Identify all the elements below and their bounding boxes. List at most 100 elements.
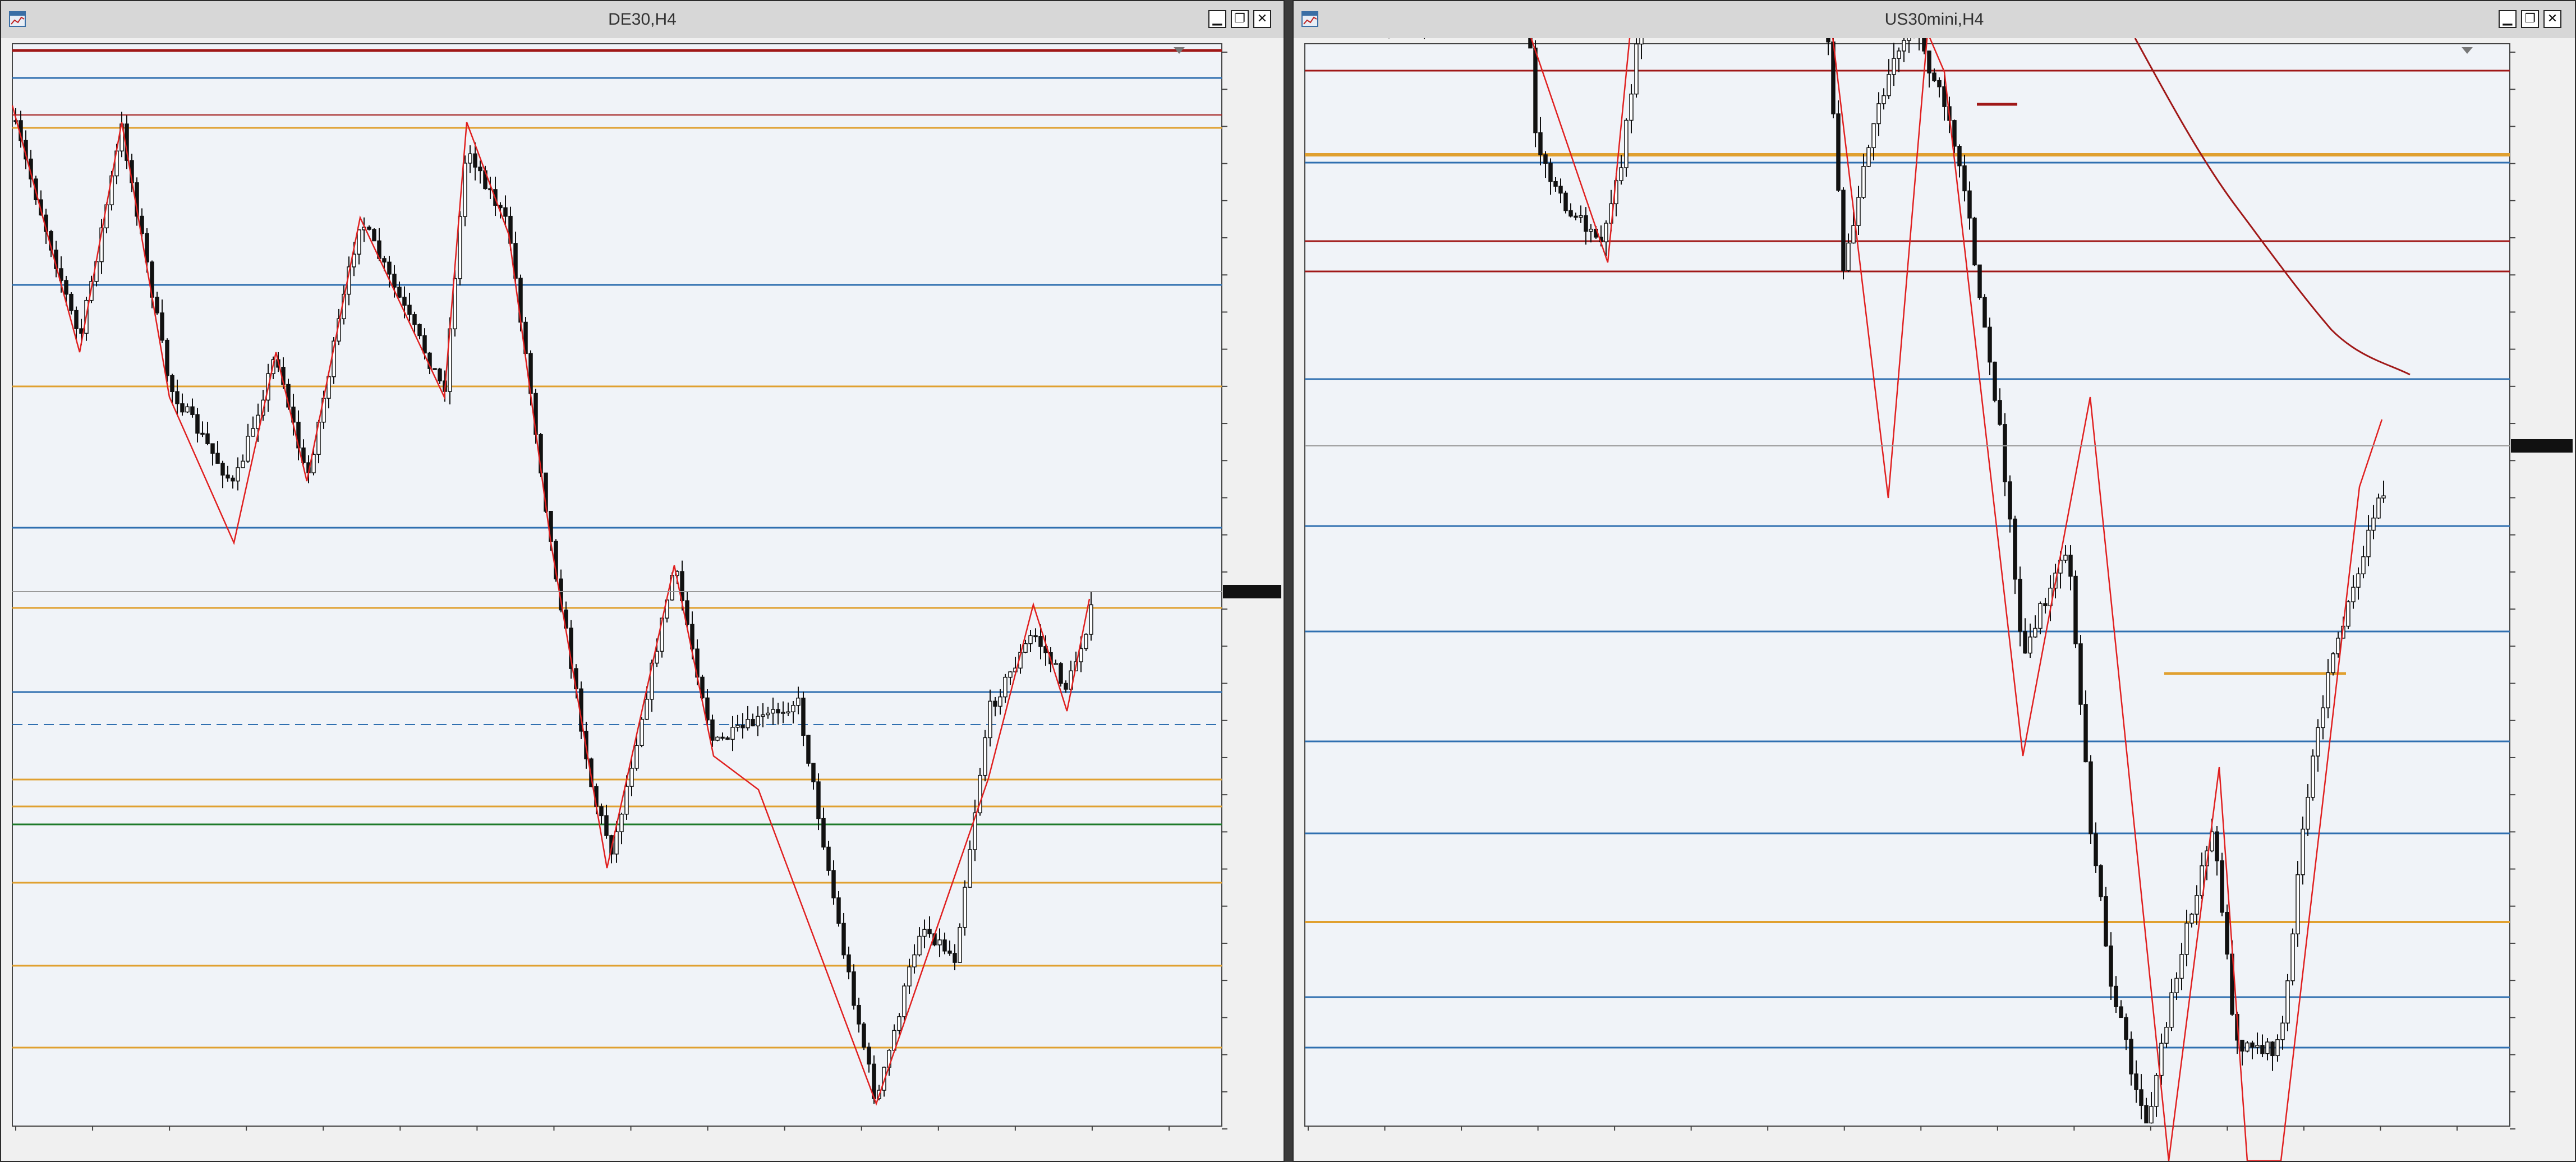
candle-body <box>74 310 79 329</box>
candle-body <box>2311 755 2315 798</box>
candle-body <box>1998 400 2002 425</box>
candle-body <box>241 460 245 468</box>
candle-body <box>781 712 785 714</box>
candle-body <box>246 436 250 462</box>
price-chart-us30mini[interactable] <box>1294 38 2575 1161</box>
candle-body <box>2149 1106 2154 1124</box>
candle-body <box>2290 933 2295 981</box>
candle-body <box>1841 190 1846 271</box>
candle-body <box>2033 628 2037 638</box>
candle-body <box>2240 1039 2244 1052</box>
candle-body <box>382 258 387 263</box>
candle-body <box>1866 147 1871 167</box>
close-button[interactable]: ✕ <box>2543 10 2561 28</box>
candle-body <box>2184 923 2189 955</box>
candle-body <box>2008 481 2012 520</box>
candle-body <box>2351 587 2356 602</box>
candle-body <box>422 335 427 354</box>
window-title: DE30,H4 <box>608 10 677 29</box>
candle-body <box>180 403 185 413</box>
minimize-button[interactable]: ▁ <box>2499 10 2517 28</box>
candle-body <box>1064 683 1068 690</box>
candle-body <box>64 280 68 295</box>
candle-body <box>69 293 73 311</box>
candle-body <box>392 274 397 288</box>
candle-body <box>170 375 174 392</box>
candle-body <box>771 709 775 714</box>
candle-body <box>1003 676 1008 698</box>
candle-body <box>1619 167 1623 181</box>
candle-body <box>226 474 230 479</box>
candle-body <box>1553 181 1558 187</box>
restore-button[interactable]: ❐ <box>2521 10 2539 28</box>
candle-body <box>1538 132 1543 155</box>
candle-body <box>720 736 725 739</box>
candle-body <box>1851 225 1856 244</box>
price-chart-de30[interactable] <box>1 38 1284 1161</box>
candle-body <box>2336 638 2340 654</box>
minimize-button[interactable]: ▁ <box>1208 10 1226 28</box>
candle-body <box>998 696 1002 707</box>
candle-body <box>2275 1039 2280 1057</box>
candle-body <box>2280 1022 2285 1040</box>
chart-window-us30mini[interactable]: US30mini,H4 ▁ ❐ ✕ <box>1292 0 2576 1162</box>
candle-body <box>2003 424 2007 482</box>
candle-body <box>417 324 422 336</box>
candle-body <box>503 207 508 217</box>
candle-body <box>968 849 972 888</box>
candle-body <box>2159 1043 2164 1076</box>
candle-body <box>806 735 811 764</box>
window-title: US30mini,H4 <box>1884 10 1984 29</box>
close-button[interactable]: ✕ <box>1253 10 1271 28</box>
candle-body <box>963 887 967 928</box>
candle-body <box>619 813 624 832</box>
candle-body <box>397 287 402 298</box>
candle-body <box>705 697 710 721</box>
candle-body <box>947 951 952 954</box>
candle-body <box>1988 326 1992 363</box>
candle-body <box>847 954 851 972</box>
candle-body <box>927 929 932 934</box>
candle-body <box>1962 165 1967 192</box>
candle-body <box>1008 671 1013 678</box>
candle-body <box>1932 72 1936 81</box>
candle-body <box>79 328 84 334</box>
candle-body <box>463 163 467 217</box>
candle-body <box>357 229 361 255</box>
candle-body <box>2099 865 2103 897</box>
candle-body <box>2321 707 2325 728</box>
candle-body <box>862 1023 866 1048</box>
candle-body <box>645 699 649 720</box>
candle-body <box>205 433 210 444</box>
candle-body <box>402 297 407 306</box>
chart-window-de30[interactable]: DE30,H4 ▁ ❐ ✕ <box>0 0 1285 1162</box>
candle-body <box>2179 954 2184 979</box>
candle-body <box>811 763 816 782</box>
title-bar[interactable]: US30mini,H4 ▁ ❐ ✕ <box>1294 1 2575 39</box>
candle-body <box>2376 497 2381 519</box>
candle-body <box>160 312 164 341</box>
candle-body <box>175 391 180 404</box>
candle-body <box>468 153 472 164</box>
candle-body <box>1574 215 1578 218</box>
candle-body <box>2068 555 2073 577</box>
candle-body <box>2114 985 2118 1007</box>
candle-body <box>2371 517 2376 531</box>
candle-body <box>2164 1026 2169 1044</box>
candle-body <box>917 935 922 956</box>
candle-body <box>766 712 770 716</box>
candle-body <box>826 846 831 871</box>
candle-body <box>614 831 619 855</box>
title-bar[interactable]: DE30,H4 ▁ ❐ ✕ <box>1 1 1284 39</box>
restore-button[interactable]: ❐ <box>1231 10 1249 28</box>
candle-body <box>1548 163 1553 182</box>
candle-body <box>220 463 225 476</box>
candle-body <box>2129 1039 2133 1075</box>
candle-body <box>1604 223 1608 243</box>
candle-body <box>1937 80 1942 87</box>
candle-body <box>836 897 841 924</box>
candle-body <box>740 725 745 728</box>
candle-body <box>801 697 806 736</box>
candle-body <box>2073 575 2078 644</box>
candle-body <box>1558 186 1563 194</box>
